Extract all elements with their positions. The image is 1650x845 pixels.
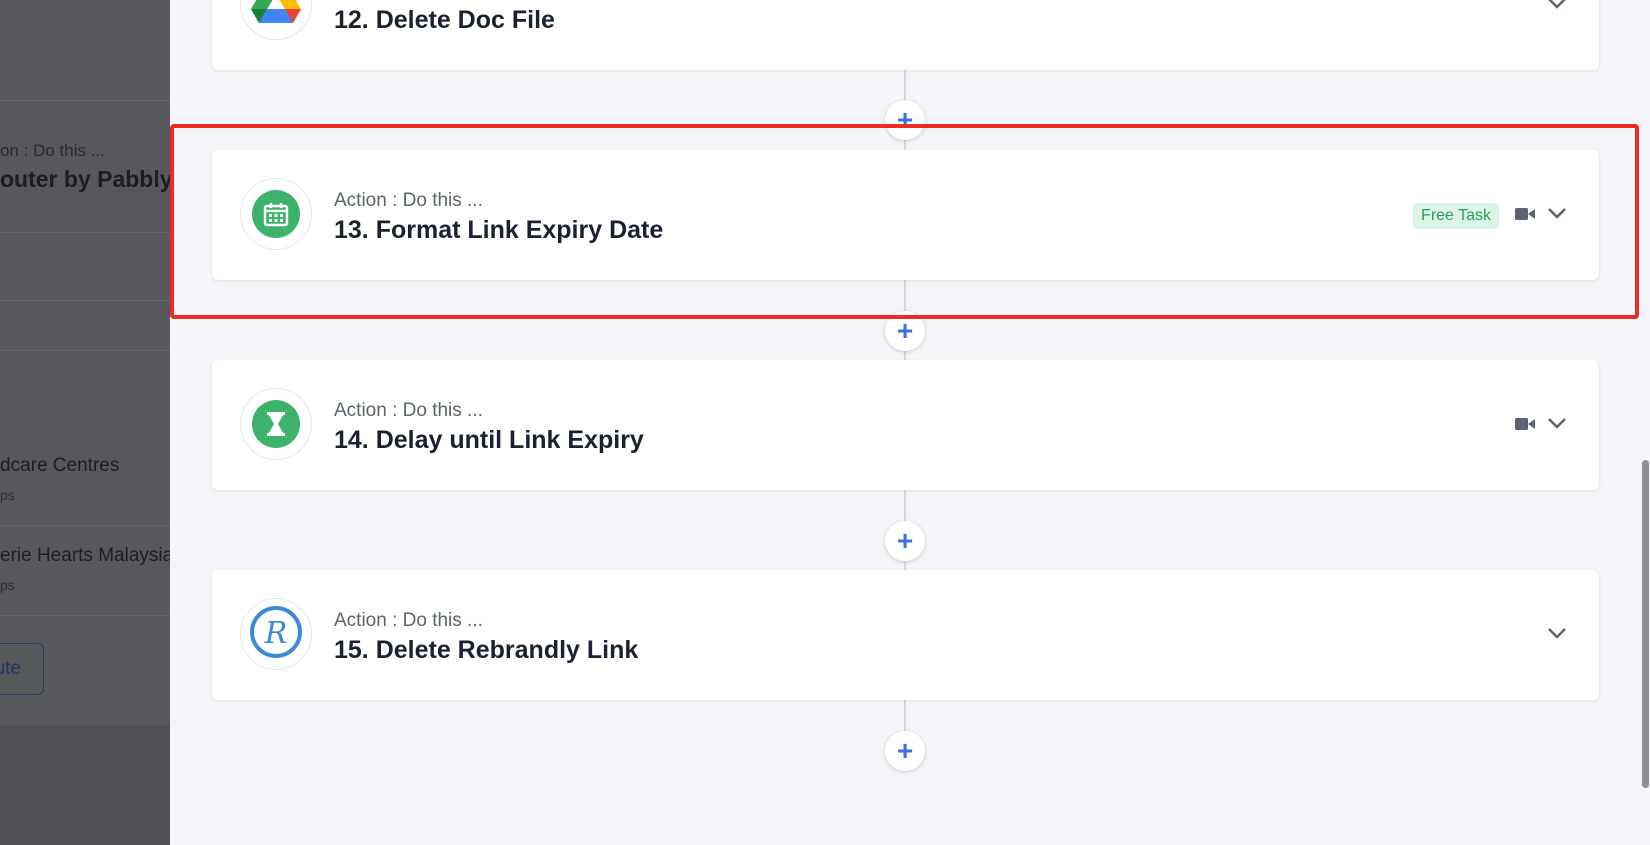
route-item-sub: ps [0,577,15,593]
plus-icon: + [896,525,914,556]
router-title[interactable]: outer by Pabbly [0,166,170,193]
step-card-13[interactable]: Action : Do this ... 13. Format Link Exp… [212,150,1599,280]
chevron-down-icon[interactable] [1547,206,1567,220]
add-step-button[interactable]: + [885,521,925,561]
step-title: 12. Delete Doc File [334,6,555,34]
scrollbar-thumb[interactable] [1642,460,1649,788]
plus-icon: + [896,735,914,766]
divider [0,615,170,616]
add-step-button[interactable]: + [885,311,925,351]
add-step-button[interactable]: + [885,100,925,140]
calendar-icon [252,190,300,238]
divider [0,350,170,351]
step-card-15[interactable]: R Action : Do this ... 15. Delete Rebran… [212,570,1599,700]
step-icon-wrapper [240,388,312,460]
step-icon-wrapper [240,178,312,250]
step-title: 13. Format Link Expiry Date [334,216,664,244]
plus-icon: + [896,104,914,135]
route-item-name[interactable]: erie Hearts Malaysia [0,545,170,567]
svg-text:R: R [264,616,288,651]
step-kind: Action : Do this ... [334,400,483,421]
chevron-down-icon[interactable] [1547,0,1567,10]
step-icon-wrapper [240,0,312,40]
step-card-14[interactable]: Action : Do this ... 14. Delay until Lin… [212,360,1599,490]
step-card-12[interactable]: Action : Do this ... 12. Delete Doc File [212,0,1599,70]
divider [0,100,170,101]
left-panel: on : Do this ... outer by Pabbly dcare C… [0,0,170,845]
chevron-down-icon[interactable] [1547,626,1567,640]
divider [0,300,170,301]
route-item-sub: ps [0,487,15,503]
free-task-badge: Free Task [1413,203,1499,229]
step-title: 15. Delete Rebrandly Link [334,636,639,664]
add-step-button[interactable]: + [885,731,925,771]
step-icon-wrapper: R [240,598,312,670]
rebrandly-icon: R [248,604,304,665]
plus-icon: + [896,315,914,346]
step-title: 14. Delay until Link Expiry [334,426,644,454]
router-action-label: on : Do this ... [0,141,105,160]
step-kind: Action : Do this ... [334,190,483,211]
divider [0,232,170,233]
route-button[interactable]: ute [0,643,44,695]
step-kind: Action : Do this ... [334,610,483,631]
video-icon[interactable] [1515,207,1535,221]
divider [0,525,170,526]
route-item-name[interactable]: dcare Centres [0,455,119,477]
google-drive-icon [251,0,301,29]
chevron-down-icon[interactable] [1547,416,1567,430]
video-icon[interactable] [1515,417,1535,431]
left-panel-sheet: on : Do this ... outer by Pabbly dcare C… [0,0,170,725]
hourglass-icon [252,400,300,448]
